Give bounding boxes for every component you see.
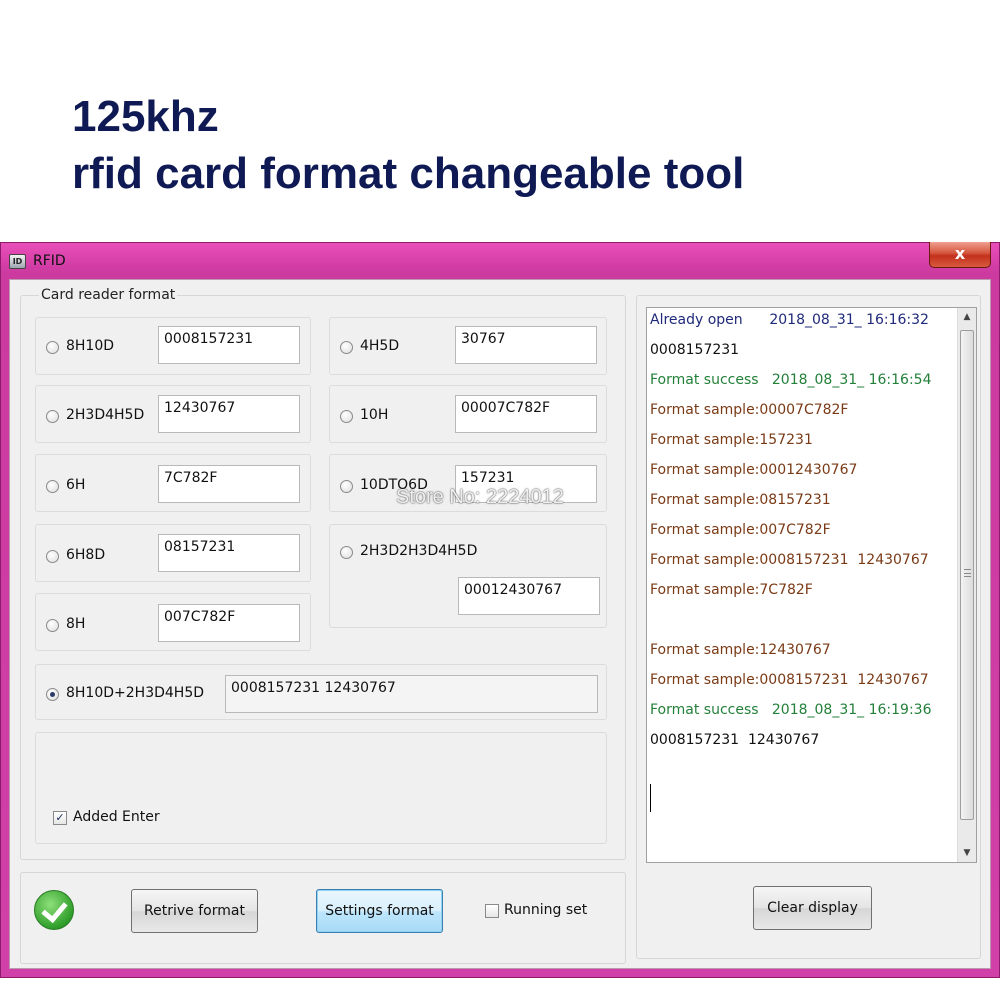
value-field-10h[interactable]: 00007C782F xyxy=(455,395,597,433)
log-line: Format success 2018_08_31_ 16:19:36 xyxy=(650,702,932,718)
log-line: Format sample:12430767 xyxy=(650,642,831,658)
log-line: 0008157231 xyxy=(650,342,740,358)
format-cell-2h3d4h5d: 2H3D4H5D 12430767 xyxy=(35,385,311,443)
value-field-4h5d[interactable]: 30767 xyxy=(455,326,597,364)
radio-10dto6d[interactable] xyxy=(340,480,353,493)
log-line: Format sample:7C782F xyxy=(650,582,813,598)
log-line: Format sample:157231 xyxy=(650,432,813,448)
title-bar[interactable]: ID RFID x xyxy=(1,242,999,279)
label-10h: 10H xyxy=(360,407,389,423)
log-line: Format success 2018_08_31_ 16:16:54 xyxy=(650,372,932,388)
format-cell-8h: 8H 007C782F xyxy=(35,593,311,651)
radio-8h[interactable] xyxy=(46,619,59,632)
radio-8h10d-2h3d4h5d[interactable] xyxy=(46,688,59,701)
radio-2h3d4h5d[interactable] xyxy=(46,410,59,423)
label-2h3d4h5d: 2H3D4H5D xyxy=(66,407,145,423)
log-line: Format sample:00012430767 xyxy=(650,462,858,478)
label-8h10d-2h3d4h5d: 8H10D+2H3D4H5D xyxy=(66,685,205,701)
format-cell-6h8d: 6H8D 08157231 xyxy=(35,524,311,582)
options-cell: ✓ Added Enter xyxy=(35,732,607,844)
label-4h5d: 4H5D xyxy=(360,338,400,354)
success-check-icon xyxy=(34,890,74,930)
retrive-format-button[interactable]: Retrive format xyxy=(131,889,258,933)
value-field-8h[interactable]: 007C782F xyxy=(158,604,300,642)
store-watermark: Store No: 2224012 xyxy=(396,486,564,508)
radio-6h8d[interactable] xyxy=(46,550,59,563)
value-field-combined[interactable]: 0008157231 12430767 xyxy=(225,675,598,713)
close-button[interactable]: x xyxy=(929,242,991,268)
running-set-label: Running set xyxy=(504,902,588,918)
value-field-8h10d[interactable]: 0008157231 xyxy=(158,326,300,364)
log-line: Already open 2018_08_31_ 16:16:32 xyxy=(650,312,929,328)
label-6h: 6H xyxy=(66,477,86,493)
label-8h: 8H xyxy=(66,616,86,632)
radio-6h[interactable] xyxy=(46,480,59,493)
rfid-window: ID RFID x Card reader format 8H10D 00081… xyxy=(0,242,1000,978)
format-cell-10h: 10H 00007C782F xyxy=(329,385,607,443)
format-cell-4h5d: 4H5D 30767 xyxy=(329,317,607,375)
settings-format-button[interactable]: Settings format xyxy=(316,889,443,933)
value-field-6h8d[interactable]: 08157231 xyxy=(158,534,300,572)
group-title: Card reader format xyxy=(39,287,178,303)
app-id-icon: ID xyxy=(9,254,26,269)
added-enter-checkbox[interactable]: ✓ xyxy=(53,811,67,825)
format-cell-2h3d2h3d4h5d: 2H3D2H3D4H5D 00012430767 xyxy=(329,524,607,628)
log-line: Format sample:0008157231 12430767 xyxy=(650,672,929,688)
value-field-6h[interactable]: 7C782F xyxy=(158,465,300,503)
format-cell-6h: 6H 7C782F xyxy=(35,454,311,512)
radio-4h5d[interactable] xyxy=(340,341,353,354)
log-line: Format sample:0008157231 12430767 xyxy=(650,552,929,568)
text-caret xyxy=(650,784,651,812)
radio-8h10d[interactable] xyxy=(46,341,59,354)
label-2h3d2h3d4h5d: 2H3D2H3D4H5D xyxy=(360,543,478,559)
log-textarea[interactable]: Already open 2018_08_31_ 16:16:32 000815… xyxy=(646,307,977,863)
value-field-2h3d2h3d4h5d[interactable]: 00012430767 xyxy=(458,577,600,615)
radio-2h3d2h3d4h5d[interactable] xyxy=(340,546,353,559)
value-field-2h3d4h5d[interactable]: 12430767 xyxy=(158,395,300,433)
window-title: RFID xyxy=(33,253,66,269)
log-line: 0008157231 12430767 xyxy=(650,732,820,748)
running-set-checkbox[interactable] xyxy=(485,904,499,918)
scroll-thumb[interactable] xyxy=(960,330,974,820)
log-line: Format sample:00007C782F xyxy=(650,402,849,418)
window-client-area: Card reader format 8H10D 0008157231 2H3D… xyxy=(9,279,991,969)
radio-10h[interactable] xyxy=(340,410,353,423)
scroll-down-arrow-icon[interactable]: ▼ xyxy=(958,844,976,862)
clear-display-button[interactable]: Clear display xyxy=(753,886,872,930)
format-cell-8h10d: 8H10D 0008157231 xyxy=(35,317,311,375)
scroll-up-arrow-icon[interactable]: ▲ xyxy=(958,308,976,326)
label-6h8d: 6H8D xyxy=(66,547,106,563)
headline-frequency: 125khz xyxy=(72,92,219,141)
log-scrollbar[interactable]: ▲ ▼ xyxy=(957,308,976,862)
added-enter-label: Added Enter xyxy=(73,809,160,825)
format-cell-combined: 8H10D+2H3D4H5D 0008157231 12430767 xyxy=(35,664,607,720)
headline-tool-name: rfid card format changeable tool xyxy=(72,149,745,198)
label-8h10d: 8H10D xyxy=(66,338,115,354)
log-line: Format sample:007C782F xyxy=(650,522,831,538)
scroll-grip-icon xyxy=(964,569,971,577)
log-line: Format sample:08157231 xyxy=(650,492,831,508)
